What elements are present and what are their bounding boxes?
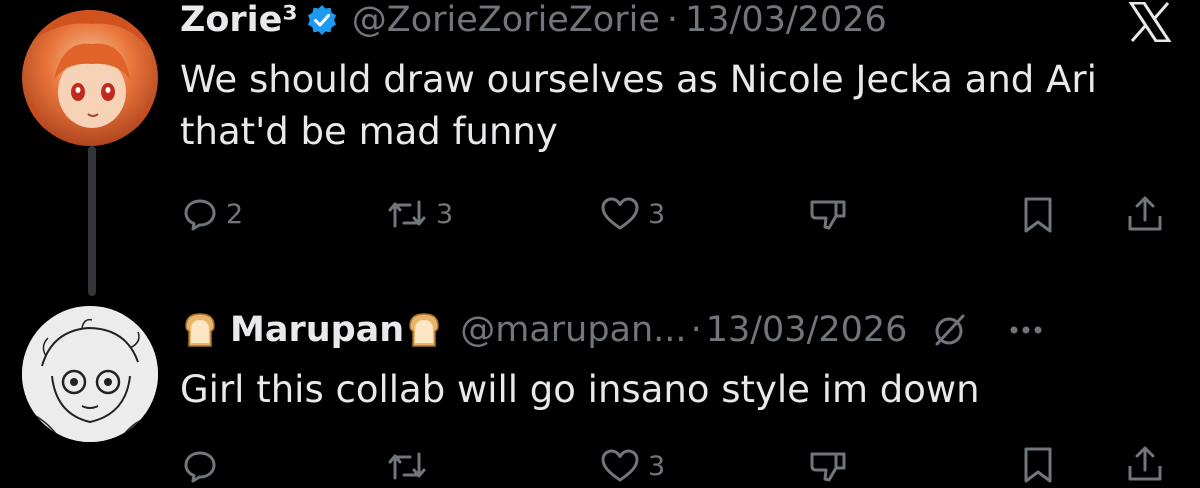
avatar[interactable] bbox=[22, 306, 158, 442]
share-icon bbox=[1126, 444, 1164, 484]
tweet-header: Marupan @marupan... · 13/03/2026 bbox=[180, 306, 1043, 354]
repost-count: 3 bbox=[436, 198, 454, 230]
like-button[interactable]: 3 bbox=[600, 196, 665, 232]
repost-icon bbox=[386, 448, 428, 484]
like-count: 3 bbox=[648, 450, 666, 482]
repost-button[interactable] bbox=[386, 448, 436, 484]
display-name[interactable]: Marupan bbox=[230, 310, 404, 350]
user-handle[interactable]: @ZorieZorieZorie bbox=[352, 0, 660, 40]
reply-icon bbox=[182, 448, 218, 484]
reply-button[interactable]: 2 bbox=[182, 196, 243, 232]
dislike-button[interactable] bbox=[808, 196, 848, 232]
share-icon bbox=[1126, 194, 1164, 234]
thumbs-down-icon bbox=[808, 448, 848, 484]
share-button[interactable] bbox=[1126, 444, 1164, 484]
tweet-text-line: that'd be mad funny bbox=[180, 110, 558, 153]
tweet-text-line: We should draw ourselves as Nicole Jecka… bbox=[180, 58, 1097, 101]
thumbs-down-icon bbox=[808, 196, 848, 232]
dislike-button[interactable] bbox=[808, 448, 848, 484]
repost-icon bbox=[386, 196, 428, 232]
share-button[interactable] bbox=[1126, 194, 1164, 234]
thread-connector-line bbox=[88, 146, 96, 296]
separator-dot: · bbox=[690, 310, 702, 350]
user-handle[interactable]: @marupan... bbox=[460, 310, 686, 350]
heart-icon bbox=[600, 196, 640, 232]
bread-icon bbox=[180, 310, 220, 350]
tweet-text: We should draw ourselves as Nicole Jecka… bbox=[180, 54, 1097, 158]
reply-icon bbox=[182, 196, 218, 232]
grok-icon[interactable] bbox=[929, 310, 969, 350]
bookmark-icon bbox=[1022, 446, 1054, 484]
heart-icon bbox=[600, 448, 640, 484]
tweet-date[interactable]: 13/03/2026 bbox=[706, 310, 908, 350]
x-logo-icon[interactable] bbox=[1128, 1, 1172, 46]
bookmark-button[interactable] bbox=[1022, 446, 1054, 484]
verified-badge-icon bbox=[306, 4, 338, 36]
tweet-date[interactable]: 13/03/2026 bbox=[685, 0, 887, 40]
bookmark-icon bbox=[1022, 196, 1054, 234]
separator-dot: · bbox=[666, 0, 679, 40]
reply-button[interactable] bbox=[182, 448, 226, 484]
reply-count: 2 bbox=[226, 198, 244, 230]
avatar[interactable] bbox=[22, 10, 158, 146]
bookmark-button[interactable] bbox=[1022, 196, 1054, 234]
display-name[interactable]: Zorie³ bbox=[180, 0, 298, 40]
tweet-text: Girl this collab will go insano style im… bbox=[180, 368, 980, 411]
more-icon[interactable] bbox=[1009, 325, 1043, 335]
like-count: 3 bbox=[648, 198, 666, 230]
like-button[interactable]: 3 bbox=[600, 448, 665, 484]
bread-icon bbox=[404, 310, 444, 350]
tweet-header: Zorie³ @ZorieZorieZorie · 13/03/2026 bbox=[180, 0, 887, 44]
repost-button[interactable]: 3 bbox=[386, 196, 453, 232]
